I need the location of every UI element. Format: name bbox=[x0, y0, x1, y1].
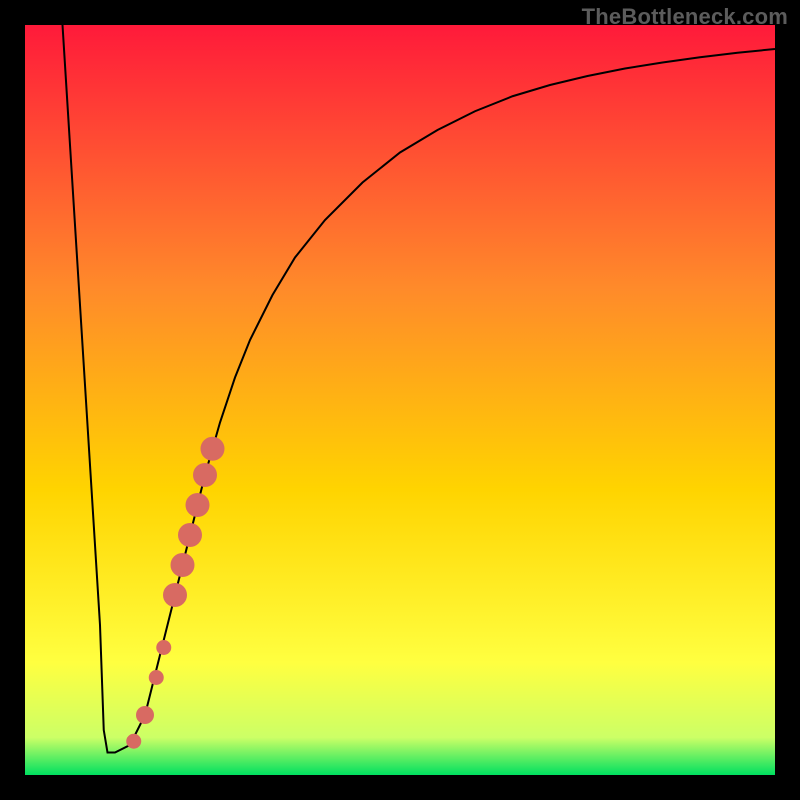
marker-dot bbox=[163, 583, 187, 607]
marker-dot bbox=[186, 493, 210, 517]
marker-dot bbox=[156, 640, 171, 655]
marker-dot bbox=[171, 553, 195, 577]
marker-dot bbox=[178, 523, 202, 547]
marker-dot bbox=[193, 463, 217, 487]
chart-frame: TheBottleneck.com bbox=[0, 0, 800, 800]
gradient-background bbox=[25, 25, 775, 775]
attribution-label: TheBottleneck.com bbox=[582, 4, 788, 30]
marker-dot bbox=[126, 734, 141, 749]
marker-dot bbox=[149, 670, 164, 685]
bottleneck-chart bbox=[25, 25, 775, 775]
marker-dot bbox=[201, 437, 225, 461]
marker-dot bbox=[136, 706, 154, 724]
